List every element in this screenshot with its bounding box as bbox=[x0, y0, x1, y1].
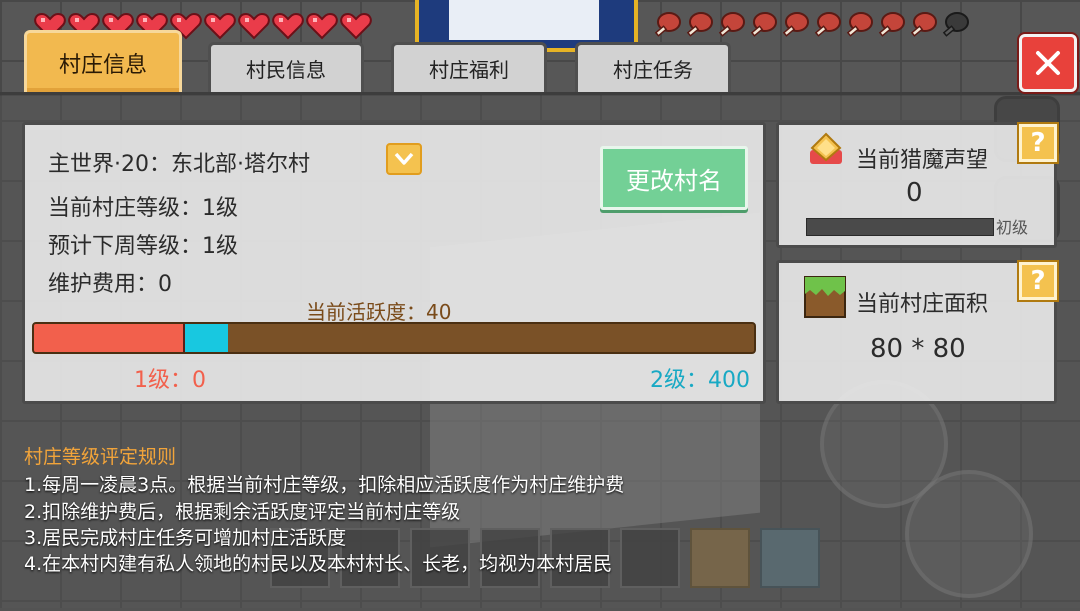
close-icon bbox=[1036, 51, 1060, 75]
chevron-down-icon bbox=[394, 152, 414, 165]
heart-icon bbox=[204, 12, 236, 40]
hunger-icon bbox=[748, 10, 778, 44]
tab-villager-info[interactable]: 村民信息 bbox=[208, 42, 364, 92]
maintenance-fee: 维护费用：0 bbox=[48, 272, 172, 297]
heart-icon bbox=[306, 12, 338, 40]
hunger-icon bbox=[716, 10, 746, 44]
tab-village-info[interactable]: 村庄信息 bbox=[24, 30, 182, 92]
close-button[interactable] bbox=[1019, 34, 1077, 92]
rule-item: 1.每周一凌晨3点。根据当前村庄等级，扣除相应活跃度作为村庄维护费 bbox=[24, 474, 625, 496]
reputation-progress-bar bbox=[806, 218, 994, 236]
hunger-bar bbox=[652, 10, 970, 44]
hunger-icon bbox=[780, 10, 810, 44]
reputation-help-button[interactable]: ? bbox=[1019, 124, 1057, 162]
area-help-button[interactable]: ? bbox=[1019, 262, 1057, 300]
tab-village-tasks[interactable]: 村庄任务 bbox=[575, 42, 731, 92]
rule-item: 3.居民完成村庄任务可增加村庄活跃度 bbox=[24, 527, 347, 549]
village-name: 主世界·20：东北部·塔尔村 bbox=[48, 152, 310, 177]
heart-icon bbox=[238, 12, 270, 40]
tab-village-welfare[interactable]: 村庄福利 bbox=[391, 42, 547, 92]
activity-marker bbox=[185, 324, 229, 352]
hunger-icon bbox=[652, 10, 682, 44]
reputation-value: 0 bbox=[906, 178, 923, 208]
hunger-icon bbox=[684, 10, 714, 44]
area-value: 80 * 80 bbox=[870, 334, 966, 364]
village-select-dropdown[interactable] bbox=[386, 143, 422, 175]
hunger-icon bbox=[844, 10, 874, 44]
grass-block-icon bbox=[804, 276, 846, 318]
hunger-icon bbox=[940, 10, 970, 44]
current-level: 当前村庄等级：1级 bbox=[48, 196, 238, 221]
crown-gem-icon bbox=[810, 132, 842, 164]
heart-icon bbox=[340, 12, 372, 40]
reputation-title: 当前猎魔声望 bbox=[856, 148, 989, 173]
rule-item: 2.扣除维护费后，根据剩余活跃度评定当前村庄等级 bbox=[24, 501, 461, 523]
level-2-threshold: 2级：400 bbox=[650, 368, 750, 393]
reputation-level: 初级 bbox=[996, 218, 1029, 237]
activity-progress-bar bbox=[32, 322, 756, 354]
hunger-icon bbox=[812, 10, 842, 44]
next-week-level: 预计下周等级：1级 bbox=[48, 234, 238, 259]
hunger-icon bbox=[908, 10, 938, 44]
activity-label: 当前活跃度：40 bbox=[306, 300, 452, 324]
activity-fill bbox=[34, 324, 186, 352]
rules-title: 村庄等级评定规则 bbox=[24, 446, 177, 468]
rule-item: 4.在本村内建有私人领地的村民以及本村村长、长老，均视为本村居民 bbox=[24, 553, 613, 575]
level-1-threshold: 1级：0 bbox=[134, 368, 206, 393]
heart-icon bbox=[272, 12, 304, 40]
area-title: 当前村庄面积 bbox=[856, 292, 989, 317]
rename-village-button[interactable]: 更改村名 bbox=[600, 146, 748, 210]
hunger-icon bbox=[876, 10, 906, 44]
